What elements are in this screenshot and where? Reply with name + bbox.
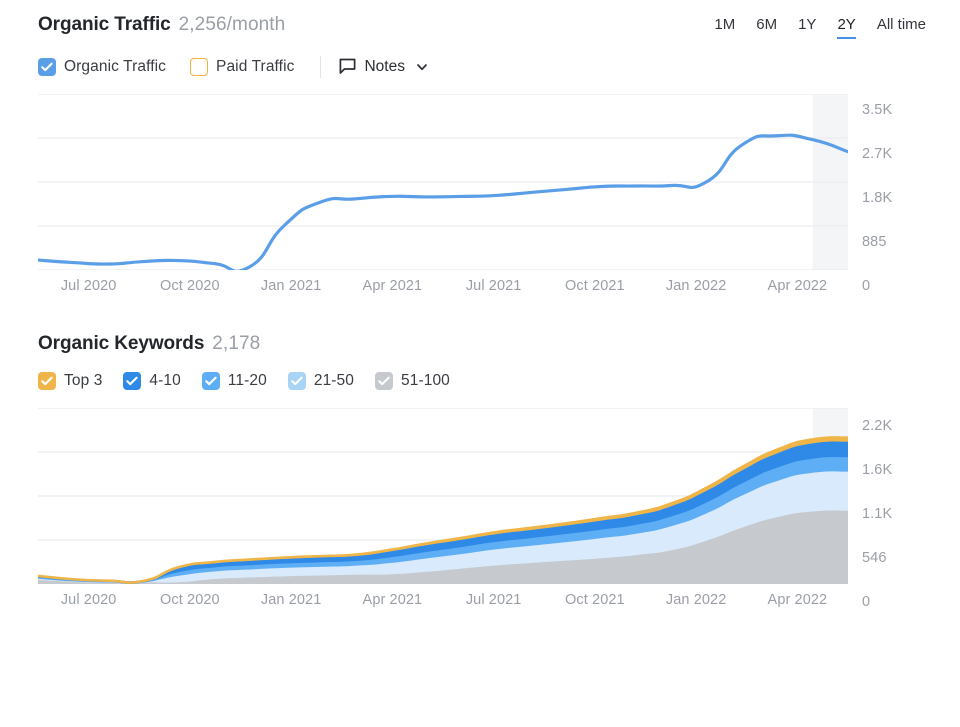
organic-traffic-panel: Organic Traffic 2,256/month 1M 6M 1Y 2Y All … bbox=[0, 0, 960, 294]
legend-label-11-20: 11-20 bbox=[228, 372, 267, 390]
check-icon bbox=[38, 58, 56, 76]
notes-label: Notes bbox=[364, 58, 405, 76]
analytics-page: Organic Traffic 2,256/month 1M 6M 1Y 2Y All … bbox=[0, 0, 960, 727]
checkbox-checked-11-20[interactable] bbox=[202, 372, 220, 390]
check-icon bbox=[38, 372, 56, 390]
x-tick-label: Jan 2022 bbox=[646, 592, 747, 608]
x-tick-label: Apr 2022 bbox=[747, 592, 848, 608]
legend-item-top-3[interactable]: Top 3 bbox=[38, 372, 102, 390]
note-flag-icon bbox=[339, 58, 356, 75]
x-tick-label: Jul 2020 bbox=[38, 592, 139, 608]
x-tick-label: Jul 2021 bbox=[443, 278, 544, 294]
legend-label-paid-traffic: Paid Traffic bbox=[216, 58, 294, 76]
line-series-organic-traffic bbox=[38, 135, 848, 270]
y-tick-label: 1.6K bbox=[862, 462, 892, 478]
organic-keywords-chart[interactable] bbox=[38, 408, 848, 584]
legend-item-organic-traffic[interactable]: Organic Traffic bbox=[38, 58, 166, 76]
y-tick-label: 0 bbox=[862, 278, 870, 294]
y-tick-label: 1.1K bbox=[862, 506, 892, 522]
range-option-6m[interactable]: 6M bbox=[756, 17, 777, 39]
legend-divider bbox=[320, 56, 321, 78]
legend-item-51-100[interactable]: 51-100 bbox=[375, 372, 450, 390]
x-tick-label: Oct 2021 bbox=[544, 278, 645, 294]
range-option-1m[interactable]: 1M bbox=[714, 17, 735, 39]
traffic-title-line: Organic Traffic 2,256/month bbox=[38, 14, 285, 36]
time-range-selector[interactable]: 1M 6M 1Y 2Y All time bbox=[714, 14, 926, 39]
range-option-all-time[interactable]: All time bbox=[877, 17, 926, 39]
legend-label-4-10: 4-10 bbox=[149, 372, 180, 390]
legend-label-21-50: 21-50 bbox=[314, 372, 354, 390]
checkbox-checked-51-100[interactable] bbox=[375, 372, 393, 390]
x-tick-label: Jul 2021 bbox=[443, 592, 544, 608]
legend-item-4-10[interactable]: 4-10 bbox=[123, 372, 180, 390]
x-tick-label: Apr 2021 bbox=[342, 592, 443, 608]
checkbox-checked-organic-traffic[interactable] bbox=[38, 58, 56, 76]
legend-label-organic-traffic: Organic Traffic bbox=[64, 58, 166, 76]
y-tick-label: 885 bbox=[862, 234, 887, 250]
range-option-1y[interactable]: 1Y bbox=[798, 17, 816, 39]
keywords-panel-header: Organic Keywords 2,178 bbox=[0, 333, 960, 355]
check-icon bbox=[202, 372, 220, 390]
traffic-x-axis-labels: Jul 2020Oct 2020Jan 2021Apr 2021Jul 2021… bbox=[0, 278, 960, 294]
legend-item-11-20[interactable]: 11-20 bbox=[202, 372, 267, 390]
y-tick-label: 3.5K bbox=[862, 102, 892, 118]
keywords-title: Organic Keywords bbox=[38, 333, 204, 355]
x-tick-label: Oct 2021 bbox=[544, 592, 645, 608]
traffic-panel-header: Organic Traffic 2,256/month 1M 6M 1Y 2Y All … bbox=[0, 14, 960, 39]
page-title: Organic Traffic bbox=[38, 14, 171, 36]
y-tick-label: 2.7K bbox=[862, 146, 892, 162]
traffic-chart-wrap: 08851.8K2.7K3.5K bbox=[0, 94, 960, 270]
chevron-down-icon bbox=[415, 60, 429, 74]
x-tick-label: Apr 2021 bbox=[342, 278, 443, 294]
keywords-value: 2,178 bbox=[212, 333, 260, 355]
x-tick-label: Apr 2022 bbox=[747, 278, 848, 294]
legend-label-top-3: Top 3 bbox=[64, 372, 102, 390]
notes-button[interactable]: Notes bbox=[339, 58, 429, 76]
keywords-x-axis-labels: Jul 2020Oct 2020Jan 2021Apr 2021Jul 2021… bbox=[0, 592, 960, 608]
keywords-title-line: Organic Keywords 2,178 bbox=[38, 333, 260, 355]
legend-item-21-50[interactable]: 21-50 bbox=[288, 372, 354, 390]
x-tick-label: Jul 2020 bbox=[38, 278, 139, 294]
organic-keywords-panel: Organic Keywords 2,178 Top 3 4-10 11-20 21-… bbox=[0, 294, 960, 608]
keywords-legend[interactable]: Top 3 4-10 11-20 21-50 51-100 bbox=[0, 372, 960, 390]
checkbox-checked-4-10[interactable] bbox=[123, 372, 141, 390]
y-tick-label: 546 bbox=[862, 550, 887, 566]
traffic-value: 2,256/month bbox=[179, 14, 286, 36]
x-tick-label: Oct 2020 bbox=[139, 592, 240, 608]
traffic-legend[interactable]: Organic Traffic Paid Traffic Notes bbox=[0, 56, 960, 78]
x-tick-label: Jan 2022 bbox=[646, 278, 747, 294]
y-tick-label: 1.8K bbox=[862, 190, 892, 206]
x-tick-label: Jan 2021 bbox=[241, 278, 342, 294]
check-icon bbox=[123, 372, 141, 390]
y-tick-label: 0 bbox=[862, 594, 870, 610]
checkbox-checked-21-50[interactable] bbox=[288, 372, 306, 390]
y-tick-label: 2.2K bbox=[862, 418, 892, 434]
checkbox-checked-top-3[interactable] bbox=[38, 372, 56, 390]
check-icon bbox=[375, 372, 393, 390]
organic-traffic-chart[interactable] bbox=[38, 94, 848, 270]
range-option-2y[interactable]: 2Y bbox=[837, 17, 855, 39]
keywords-chart-wrap: 05461.1K1.6K2.2K bbox=[0, 408, 960, 584]
x-tick-label: Jan 2021 bbox=[241, 592, 342, 608]
legend-item-paid-traffic[interactable]: Paid Traffic bbox=[190, 58, 294, 76]
legend-label-51-100: 51-100 bbox=[401, 372, 450, 390]
checkbox-unchecked-paid-traffic[interactable] bbox=[190, 58, 208, 76]
x-tick-label: Oct 2020 bbox=[139, 278, 240, 294]
check-icon bbox=[288, 372, 306, 390]
